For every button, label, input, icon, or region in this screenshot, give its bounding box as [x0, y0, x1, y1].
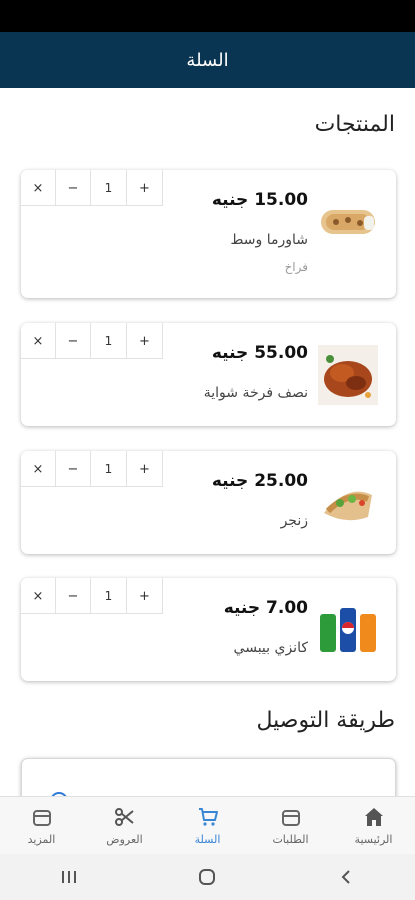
item-price: 7.00 جنيه	[223, 598, 308, 618]
quantity-value: 1	[91, 578, 127, 613]
cart-icon	[198, 808, 218, 826]
bottom-navigation: الرئيسية الطلبات السلة العروض المزيد	[0, 796, 415, 854]
nav-item-offers[interactable]: العروض	[83, 797, 166, 854]
item-name: زنجر	[280, 513, 308, 529]
nav-label: المزيد	[27, 833, 56, 846]
nav-item-home[interactable]: الرئيسية	[332, 797, 415, 854]
nav-label: الطلبات	[272, 833, 309, 846]
quantity-value: 1	[91, 451, 127, 486]
cart-item-card: × − 1 + 25.00 جنيه زنجر	[21, 451, 396, 554]
cart-item-card: × − 1 + 15.00 جنيه شاورما وسط فراخ	[21, 170, 396, 298]
quantity-stepper: × − 1 +	[21, 170, 163, 206]
remove-item-button[interactable]: ×	[21, 578, 56, 613]
item-name: شاورما وسط	[230, 232, 308, 248]
back-chevron-icon	[341, 870, 350, 884]
recent-apps-icon	[62, 871, 77, 883]
cart-item-card: × − 1 + 55.00 جنيه نصف فرخة شواية	[21, 323, 396, 426]
products-section-title: المنتجات	[314, 112, 395, 137]
cart-item-card: × − 1 + 7.00 جنيه كانزي بيبسي	[21, 578, 396, 681]
nav-label: العروض	[106, 833, 143, 846]
home-system-button[interactable]	[187, 862, 227, 892]
quantity-value: 1	[91, 323, 127, 358]
quantity-stepper: × − 1 +	[21, 451, 163, 487]
nav-item-orders[interactable]: الطلبات	[249, 797, 332, 854]
cart-content[interactable]: المنتجات × − 1 + 15.00 جنيه شاورما وسط ف…	[0, 88, 415, 796]
remove-item-button[interactable]: ×	[21, 323, 56, 358]
decrease-quantity-button[interactable]: −	[56, 323, 91, 358]
decrease-quantity-button[interactable]: −	[56, 578, 91, 613]
item-price: 55.00 جنيه	[211, 343, 308, 363]
delivery-section-title: طريقة التوصيل	[256, 708, 396, 733]
nav-item-more[interactable]: المزيد	[0, 797, 83, 854]
increase-quantity-button[interactable]: +	[127, 578, 162, 613]
system-navigation-bar	[0, 854, 415, 900]
grilled-chicken-image	[318, 345, 378, 405]
item-name: نصف فرخة شواية	[203, 385, 308, 401]
home-icon	[364, 808, 383, 826]
increase-quantity-button[interactable]: +	[127, 170, 162, 205]
scissors-icon	[114, 808, 134, 826]
item-name: كانزي بيبسي	[233, 640, 308, 656]
pepsi-cans-image	[320, 608, 376, 652]
back-button[interactable]	[326, 862, 366, 892]
app-bar: السلة	[0, 32, 415, 88]
decrease-quantity-button[interactable]: −	[56, 451, 91, 486]
remove-item-button[interactable]: ×	[21, 170, 56, 205]
decrease-quantity-button[interactable]: −	[56, 170, 91, 205]
recent-apps-button[interactable]	[49, 862, 89, 892]
nav-label: الرئيسية	[354, 833, 393, 846]
quantity-stepper: × − 1 +	[21, 578, 163, 614]
item-price: 25.00 جنيه	[211, 471, 308, 491]
nav-item-cart[interactable]: السلة	[166, 797, 249, 854]
shawarma-image	[321, 210, 375, 234]
delivery-method-option[interactable]	[21, 758, 396, 796]
orders-icon	[281, 810, 300, 826]
quantity-value: 1	[91, 170, 127, 205]
quantity-stepper: × − 1 +	[21, 323, 163, 359]
page-title: السلة	[186, 49, 229, 71]
zinger-wrap-image	[324, 491, 372, 521]
nav-label: السلة	[194, 833, 221, 846]
item-option: فراخ	[284, 260, 308, 274]
remove-item-button[interactable]: ×	[21, 451, 56, 486]
more-icon	[32, 810, 51, 826]
home-circle-icon	[199, 869, 216, 885]
increase-quantity-button[interactable]: +	[127, 323, 162, 358]
status-bar	[0, 0, 415, 32]
increase-quantity-button[interactable]: +	[127, 451, 162, 486]
item-price: 15.00 جنيه	[211, 190, 308, 210]
